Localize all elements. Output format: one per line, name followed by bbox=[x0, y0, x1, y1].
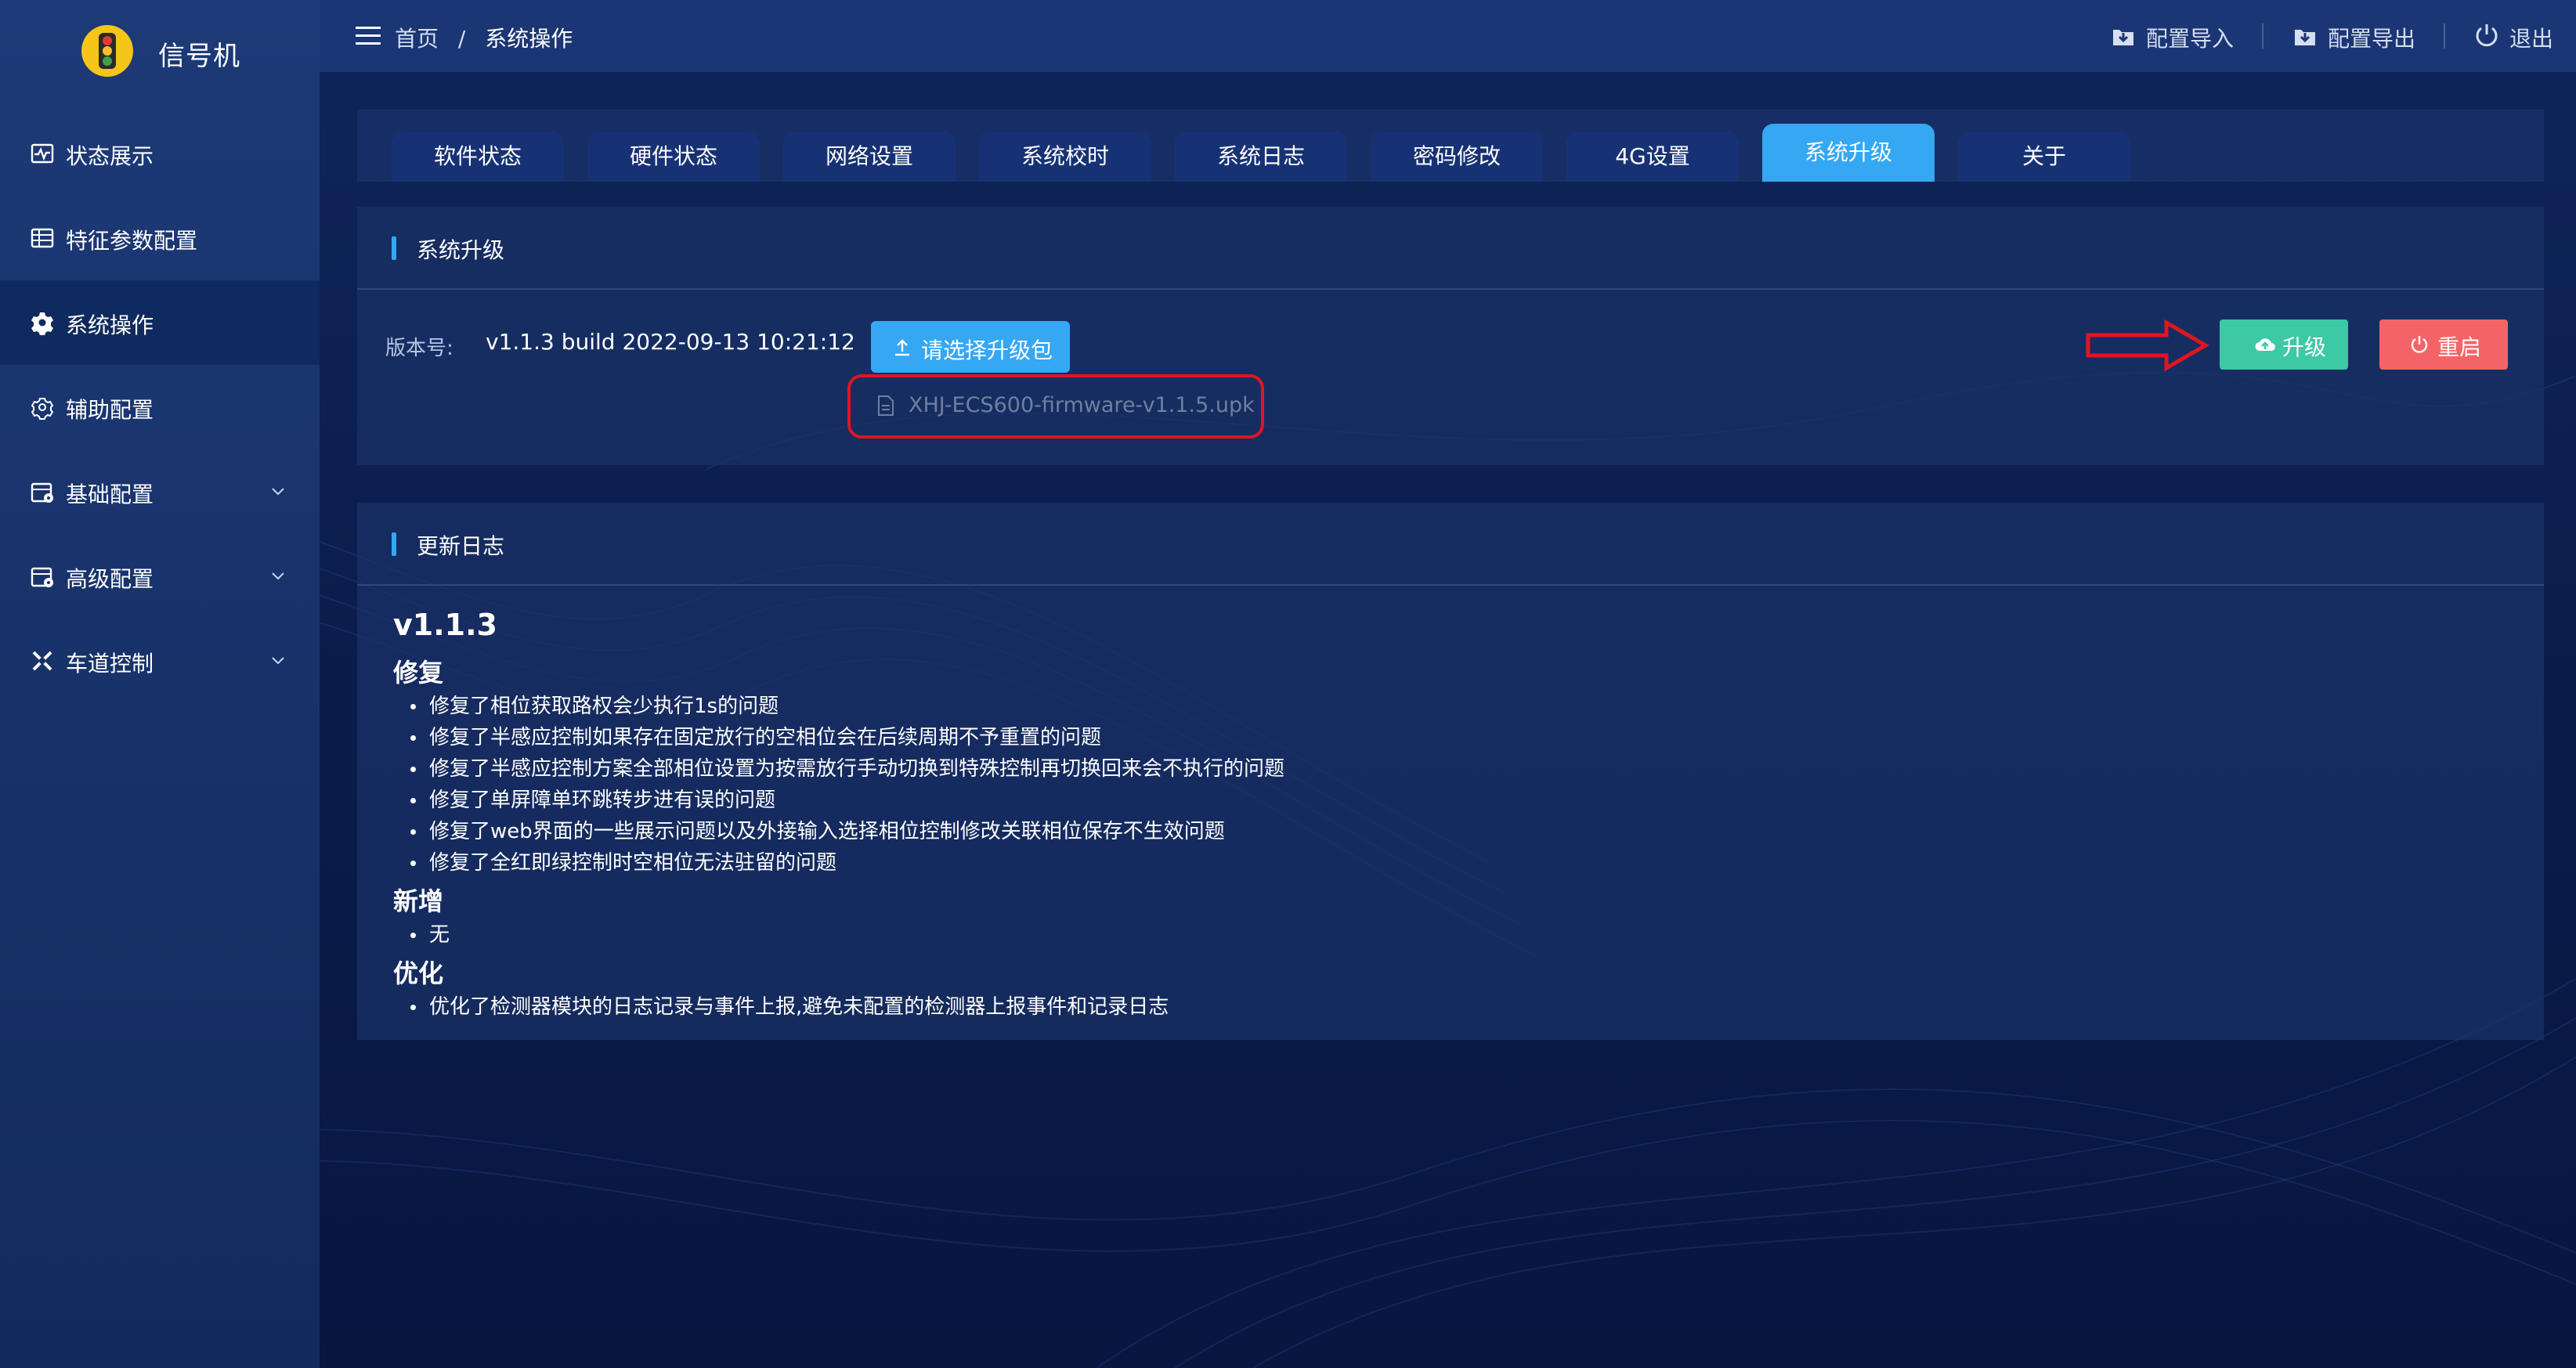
upgrade-label: 升级 bbox=[2282, 334, 2327, 360]
title-accent-bar bbox=[392, 532, 396, 556]
tab-system-upgrade[interactable]: 系统升级 bbox=[1762, 124, 1935, 182]
menu-toggle-icon[interactable] bbox=[356, 25, 381, 47]
config-import-button[interactable]: 配置导入 bbox=[2110, 20, 2259, 52]
sidebar-item-aux-config[interactable]: 辅助配置 bbox=[0, 365, 320, 449]
sidebar-item-label: 基础配置 bbox=[66, 482, 154, 507]
list-item: 修复了半感应控制如果存在固定放行的空相位会在后续周期不予重置的问题 bbox=[393, 722, 2508, 753]
list-item: 无 bbox=[393, 919, 2508, 951]
sidebar-item-label: 辅助配置 bbox=[66, 397, 154, 423]
sidebar-item-basic-config[interactable]: 基础配置 bbox=[0, 449, 320, 534]
sidebar-item-label: 系统操作 bbox=[66, 312, 154, 338]
changelog-section-fixes: 修复 修复了相位获取路权会少执行1s的问题 修复了半感应控制如果存在固定放行的空… bbox=[393, 655, 2508, 879]
annotation-arrow-icon bbox=[2086, 319, 2209, 372]
config-export-button[interactable]: 配置导出 bbox=[2292, 20, 2441, 52]
select-package-label: 请选择升级包 bbox=[921, 337, 1053, 363]
version-value: v1.1.3 build 2022-09-13 10:21:12 bbox=[486, 329, 855, 355]
version-label: 版本号: bbox=[385, 337, 453, 360]
list-item: 修复了半感应控制方案全部相位设置为按需放行手动切换到特殊控制再切换回来会不执行的… bbox=[393, 753, 2508, 785]
breadcrumb-current: 系统操作 bbox=[485, 26, 573, 52]
sidebar-item-advanced-config[interactable]: 高级配置 bbox=[0, 534, 320, 619]
header-divider bbox=[2262, 23, 2263, 49]
sidebar-item-status[interactable]: 状态展示 bbox=[0, 111, 320, 196]
tab-software-status[interactable]: 软件状态 bbox=[392, 132, 564, 182]
sidebar-item-label: 特征参数配置 bbox=[66, 228, 198, 254]
restart-label: 重启 bbox=[2437, 334, 2482, 360]
panel-header: 系统升级 bbox=[357, 207, 2544, 290]
calendar-settings-icon bbox=[31, 567, 53, 587]
tab-time-sync[interactable]: 系统校时 bbox=[979, 132, 1151, 182]
tab-4g-settings[interactable]: 4G设置 bbox=[1566, 132, 1739, 182]
section-heading: 修复 bbox=[393, 658, 444, 688]
pulse-chart-icon bbox=[31, 143, 54, 164]
header-divider bbox=[2444, 23, 2445, 49]
tab-system-log[interactable]: 系统日志 bbox=[1175, 132, 1347, 182]
tab-about[interactable]: 关于 bbox=[1958, 132, 2130, 182]
brand: 信号机 bbox=[0, 0, 320, 102]
breadcrumb-home-link[interactable]: 首页 bbox=[395, 26, 439, 52]
tab-hardware-status[interactable]: 硬件状态 bbox=[587, 132, 760, 182]
config-import-label: 配置导入 bbox=[2146, 26, 2235, 52]
system-upgrade-panel: 系统升级 版本号: v1.1.3 build 2022-09-13 10:21:… bbox=[357, 207, 2544, 465]
chevron-down-icon bbox=[272, 572, 284, 580]
upload-icon bbox=[895, 339, 909, 356]
changelog-content: v1.1.3 修复 修复了相位获取路权会少执行1s的问题 修复了半感应控制如果存… bbox=[393, 600, 2508, 1023]
import-icon bbox=[2113, 30, 2133, 45]
sidebar-item-label: 高级配置 bbox=[66, 566, 154, 592]
sidebar-item-feature-params[interactable]: 特征参数配置 bbox=[0, 196, 320, 280]
cloud-upload-icon bbox=[2255, 338, 2275, 351]
list-item: 修复了相位获取路权会少执行1s的问题 bbox=[393, 691, 2508, 722]
tab-bar: 软件状态 硬件状态 网络设置 系统校时 系统日志 密码修改 4G设置 系统升级 … bbox=[357, 110, 2544, 182]
title-accent-bar bbox=[392, 236, 396, 260]
chevron-down-icon bbox=[272, 488, 284, 496]
sidebar-item-lane-control[interactable]: 车道控制 bbox=[0, 619, 320, 703]
tab-network-settings[interactable]: 网络设置 bbox=[783, 132, 956, 182]
breadcrumb-separator: / bbox=[457, 26, 466, 52]
export-icon bbox=[2295, 30, 2315, 45]
list-item: 修复了web界面的一些展示问题以及外接输入选择相位控制修改关联相位保存不生效问题 bbox=[393, 816, 2508, 847]
list-item: 优化了检测器模块的日志记录与事件上报,避免未配置的检测器上报事件和记录日志 bbox=[393, 991, 2508, 1023]
changelog-section-optimizations: 优化 优化了检测器模块的日志记录与事件上报,避免未配置的检测器上报事件和记录日志 bbox=[393, 955, 2508, 1023]
gear-icon bbox=[31, 312, 53, 335]
upgrade-button[interactable]: 升级 bbox=[2220, 319, 2348, 370]
section-heading: 优化 bbox=[393, 958, 444, 988]
traffic-light-logo bbox=[81, 25, 133, 77]
sidebar-item-system-ops[interactable]: 系统操作 bbox=[0, 280, 320, 365]
table-grid-icon bbox=[31, 228, 54, 248]
logout-label: 退出 bbox=[2509, 26, 2554, 52]
section-heading: 新增 bbox=[393, 886, 444, 916]
power-icon bbox=[2411, 336, 2428, 353]
list-item: 修复了全红即绿控制时空相位无法驻留的问题 bbox=[393, 847, 2508, 879]
breadcrumb: 首页 / 系统操作 bbox=[395, 22, 573, 53]
document-icon bbox=[878, 395, 894, 416]
power-icon bbox=[2476, 24, 2498, 47]
logout-button[interactable]: 退出 bbox=[2473, 20, 2560, 52]
changelog-panel: 更新日志 v1.1.3 修复 修复了相位获取路权会少执行1s的问题 修复了半感应… bbox=[357, 503, 2544, 1040]
panel-title: 更新日志 bbox=[417, 533, 505, 559]
panel-header: 更新日志 bbox=[357, 503, 2544, 586]
chevron-down-icon bbox=[272, 657, 284, 665]
restart-button[interactable]: 重启 bbox=[2379, 319, 2508, 370]
panel-title: 系统升级 bbox=[417, 237, 505, 263]
changelog-section-additions: 新增 无 bbox=[393, 883, 2508, 951]
config-export-label: 配置导出 bbox=[2328, 26, 2416, 52]
cog-outline-icon bbox=[31, 398, 54, 420]
list-item: 修复了单屏障单环跳转步进有误的问题 bbox=[393, 785, 2508, 816]
tab-password[interactable]: 密码修改 bbox=[1371, 132, 1543, 182]
crossroad-icon bbox=[32, 651, 52, 671]
sidebar: 信号机 状态展示 特征参数配置 系统操作 辅助配置 基础配置 高级配置 车道控制 bbox=[0, 0, 320, 1368]
select-package-button[interactable]: 请选择升级包 bbox=[871, 321, 1070, 373]
app-title: 信号机 bbox=[158, 41, 240, 72]
sidebar-item-label: 状态展示 bbox=[66, 143, 154, 169]
calendar-settings-icon bbox=[31, 482, 53, 503]
changelog-version: v1.1.3 bbox=[393, 608, 497, 642]
top-header: 首页 / 系统操作 配置导入 配置导出 退出 bbox=[320, 0, 2576, 72]
selected-file-name: XHJ-ECS600-firmware-v1.1.5.upk bbox=[909, 393, 1255, 417]
sidebar-item-label: 车道控制 bbox=[66, 651, 154, 677]
